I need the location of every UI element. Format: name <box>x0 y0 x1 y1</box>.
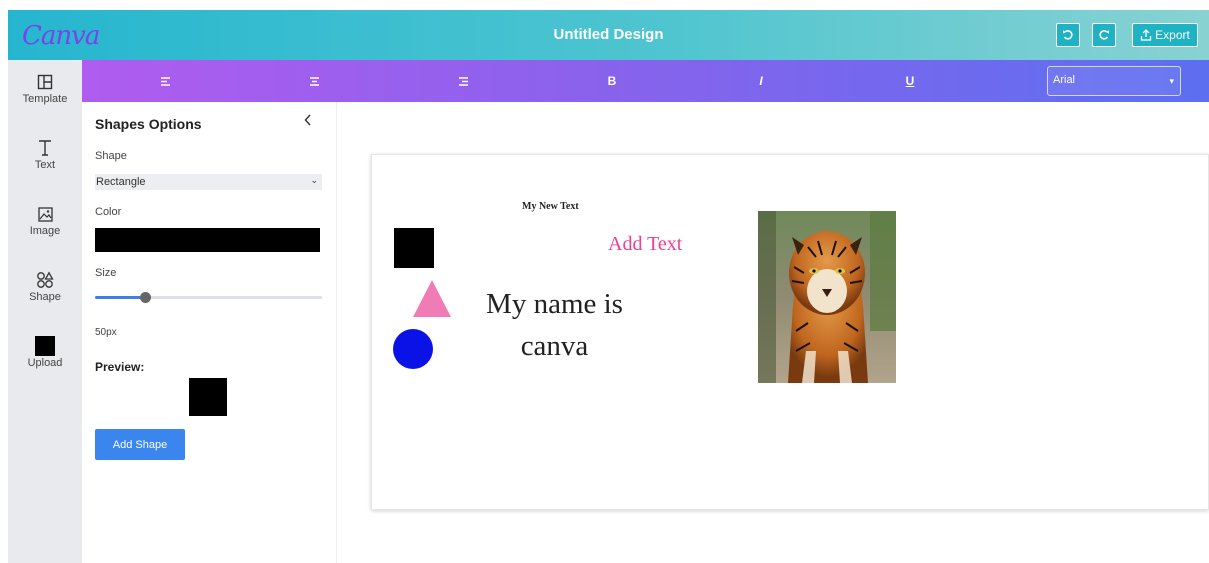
slider-thumb[interactable] <box>139 292 151 303</box>
shape-icon <box>8 270 82 290</box>
canvas-triangle-shape[interactable] <box>413 280 451 317</box>
sidebar-item-label: Shape <box>29 291 61 303</box>
text-icon <box>8 138 82 158</box>
canvas-text-small[interactable]: My New Text <box>522 201 579 212</box>
sidebar-item-label: Upload <box>27 357 63 369</box>
upload-icon <box>8 336 82 356</box>
shapes-options-panel: Shapes Options Shape Rectangle ⌄ Color S… <box>82 102 337 563</box>
chevron-down-icon: ▾ <box>1169 76 1174 86</box>
color-picker[interactable] <box>95 228 320 252</box>
redo-icon <box>1099 30 1109 40</box>
canvas-square-shape[interactable] <box>394 228 434 268</box>
export-button[interactable]: Export <box>1132 23 1198 47</box>
left-sidebar: Template Text Image Shape Upload <box>8 60 82 563</box>
font-family-select[interactable]: Arial ▾ <box>1047 66 1181 96</box>
format-toolbar: B I U Arial ▾ <box>82 60 1209 102</box>
shape-select-value: Rectangle <box>96 176 146 188</box>
export-label: Export <box>1155 28 1190 42</box>
panel-title: Shapes Options <box>95 116 202 132</box>
italic-icon: I <box>759 74 763 88</box>
bold-button[interactable]: B <box>603 73 621 89</box>
sidebar-item-shape[interactable]: Shape <box>8 270 82 303</box>
undo-button[interactable] <box>1056 23 1080 47</box>
size-slider[interactable] <box>95 292 322 303</box>
size-label: Size <box>95 267 117 279</box>
bold-icon: B <box>607 74 617 88</box>
align-left-icon <box>160 76 170 86</box>
shape-preview <box>189 378 227 416</box>
underline-icon: U <box>905 74 915 88</box>
font-family-value: Arial <box>1053 74 1076 86</box>
shape-label: Shape <box>95 150 127 162</box>
design-title[interactable]: Untitled Design <box>8 26 1209 43</box>
canvas-tiger-image[interactable] <box>758 211 896 383</box>
preview-label: Preview: <box>95 360 145 374</box>
sidebar-item-template[interactable]: Template <box>8 72 82 105</box>
template-icon <box>8 72 82 92</box>
app-header: Canva Untitled Design Export <box>8 10 1209 60</box>
color-label: Color <box>95 206 122 218</box>
export-icon <box>1141 29 1152 41</box>
align-right-icon <box>458 76 468 86</box>
workspace: My New Text Add Text My name is canva <box>338 102 1209 563</box>
align-center-button[interactable] <box>305 73 323 89</box>
collapse-panel-button[interactable] <box>304 113 312 129</box>
sidebar-item-text[interactable]: Text <box>8 138 82 171</box>
chevron-left-icon <box>304 114 311 126</box>
underline-button[interactable]: U <box>901 73 919 89</box>
canvas-text-add[interactable]: Add Text <box>608 233 682 256</box>
chevron-down-icon: ⌄ <box>310 175 318 185</box>
sidebar-item-image[interactable]: Image <box>8 204 82 237</box>
design-canvas[interactable]: My New Text Add Text My name is canva <box>371 154 1209 510</box>
sidebar-item-label: Template <box>22 93 68 105</box>
sidebar-item-upload[interactable]: Upload <box>8 336 82 369</box>
canvas-circle-shape[interactable] <box>393 329 433 369</box>
canvas-text-line: My name is <box>486 288 623 320</box>
italic-button[interactable]: I <box>752 73 770 89</box>
canvas-text-large[interactable]: My name is canva <box>467 283 642 367</box>
add-shape-button[interactable]: Add Shape <box>95 429 185 460</box>
undo-icon <box>1063 30 1073 40</box>
canvas-text-line: canva <box>520 330 589 362</box>
align-left-button[interactable] <box>156 73 174 89</box>
size-value: 50px <box>95 327 117 338</box>
align-right-button[interactable] <box>454 73 472 89</box>
sidebar-item-label: Image <box>29 225 61 237</box>
sidebar-item-label: Text <box>34 159 56 171</box>
image-icon <box>8 204 82 224</box>
redo-button[interactable] <box>1092 23 1116 47</box>
slider-fill <box>95 296 145 299</box>
shape-select[interactable]: Rectangle ⌄ <box>95 174 322 190</box>
align-center-icon <box>309 76 319 86</box>
